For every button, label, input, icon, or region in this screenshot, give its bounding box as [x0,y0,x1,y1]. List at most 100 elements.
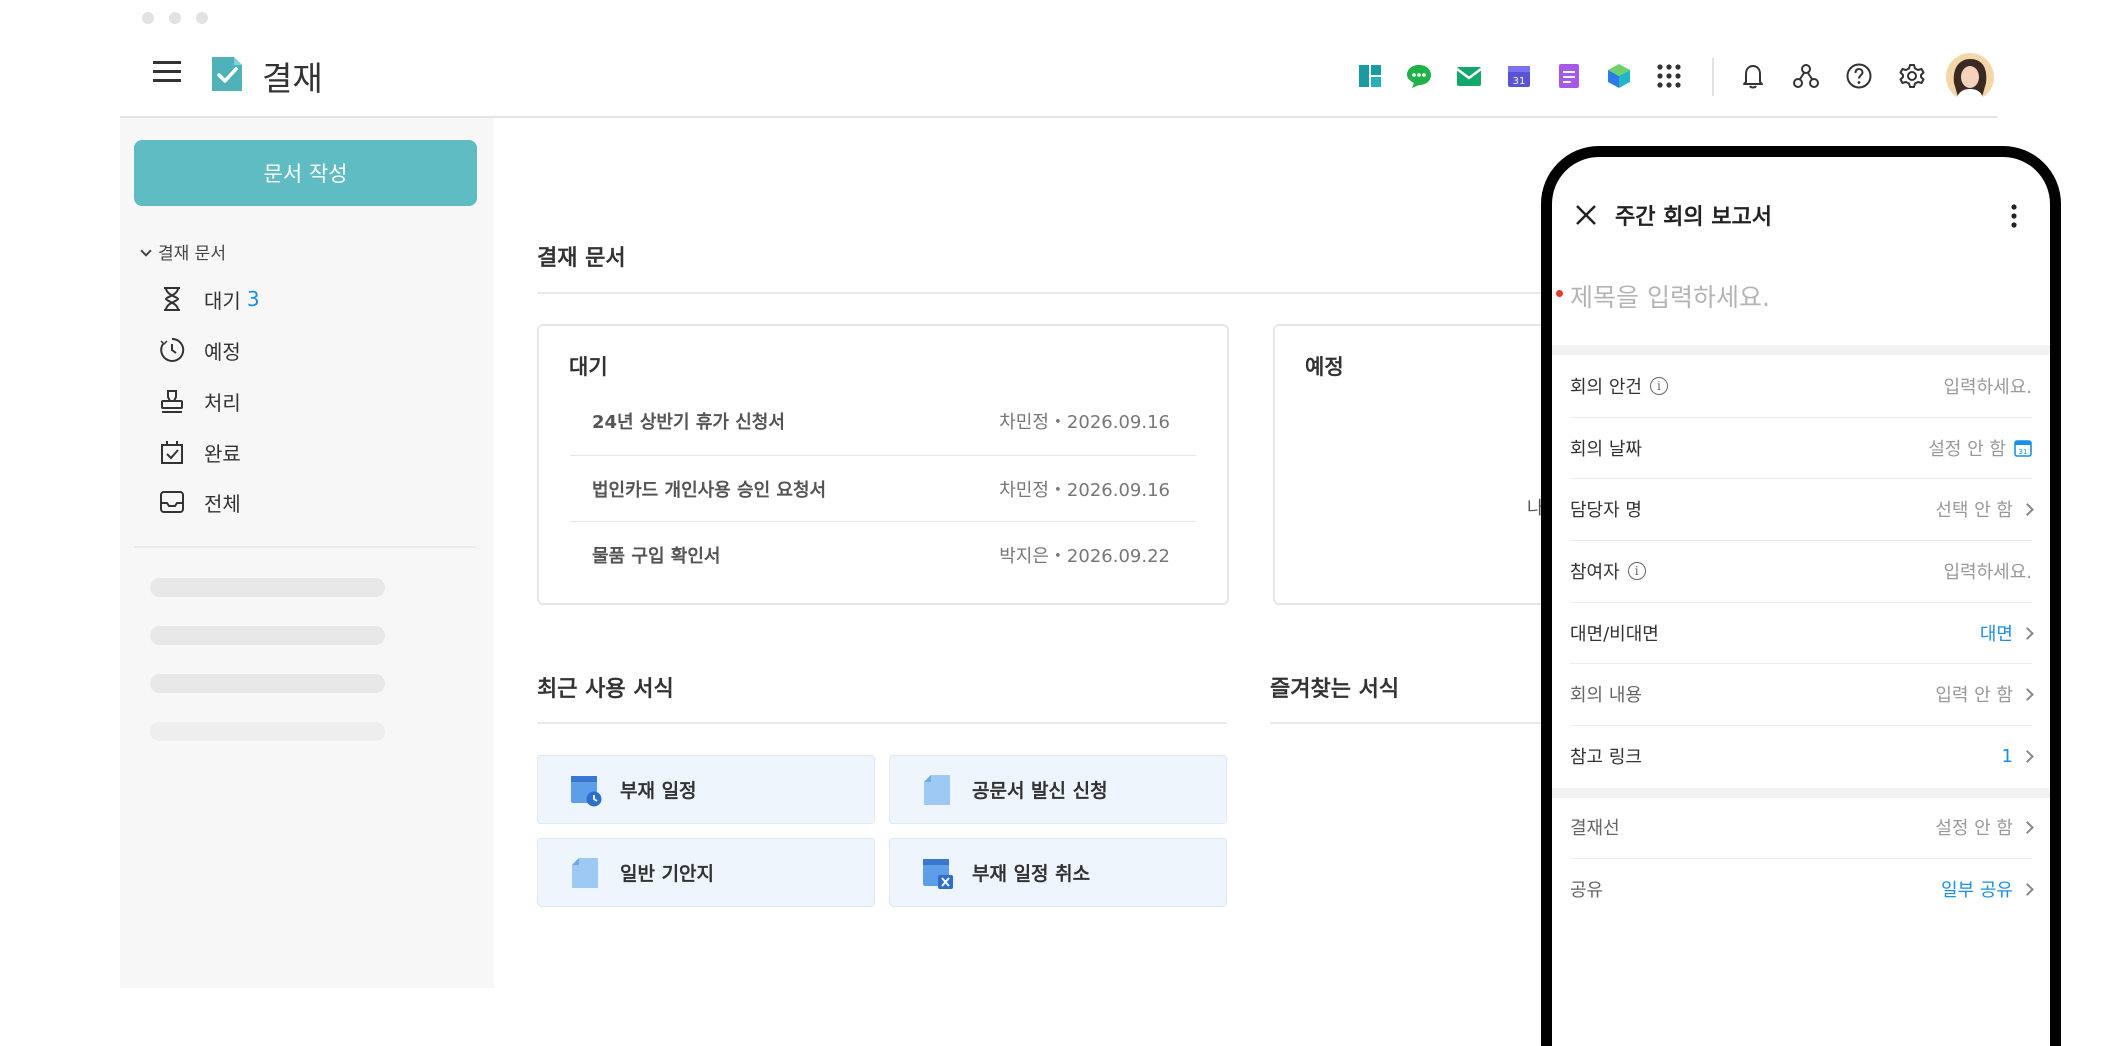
field-label: 회의 날짜 [1570,439,1642,460]
document-meta: 차민정・2026.09.16 [999,480,1170,501]
chevron-right-icon [2021,749,2034,763]
svg-text:31: 31 [1513,76,1526,87]
field-label: 참고 링크 [1570,747,1642,768]
menu-icon[interactable] [153,60,181,84]
chevron-right-icon [2021,626,2034,640]
sidebar-item-label: 전체 [204,491,241,516]
document-icon [924,774,950,805]
skeleton-placeholder [150,674,385,693]
app-title: 결재 [262,59,323,98]
form-row-date[interactable]: 회의 날짜 설정 안 함 31 [1570,418,2032,478]
sidebar-item-completed[interactable]: 완료 [158,435,241,469]
mail-icon[interactable] [1455,62,1483,90]
template-card[interactable]: 일반 기안지 [537,838,875,907]
sidebar-item-scheduled[interactable]: 예정 [158,333,241,367]
skeleton-placeholder [150,722,385,741]
note-icon[interactable] [1555,62,1583,90]
sidebar-item-label: 처리 [204,390,241,415]
pending-count-badge: 3 [246,287,260,311]
field-value: 선택 안 함 [1935,500,2013,521]
document-meta: 차민정・2026.09.16 [999,412,1170,433]
org-chart-icon[interactable] [1792,62,1820,90]
close-icon[interactable] [1575,204,1597,226]
sidebar-item-label: 예정 [204,339,241,364]
apps-grid-icon[interactable] [1655,62,1683,90]
skeleton-placeholder [150,578,385,597]
avatar[interactable] [1946,53,1994,101]
sidebar-section-approval-docs[interactable]: 결재 문서 [140,239,226,264]
field-label: 결재선 [1570,818,1620,839]
more-options-icon[interactable] [2010,203,2018,229]
chevron-right-icon [2021,820,2034,834]
document-meta: 박지은・2026.09.22 [999,546,1170,567]
template-label: 부재 일정 [620,780,697,802]
template-label: 일반 기안지 [620,863,715,885]
field-value: 입력하세요. [1943,377,2032,398]
svg-text:31: 31 [2019,448,2028,456]
section-title-recent-templates: 최근 사용 서식 [537,677,674,702]
completed-doc-icon [161,441,183,464]
sidebar-item-label: 완료 [204,441,241,466]
window-dot [142,12,154,24]
field-label: 대면/비대면 [1570,624,1659,645]
field-label: 회의 내용 [1570,685,1642,706]
template-label: 부재 일정 취소 [972,863,1091,885]
template-card[interactable]: 공문서 발신 신청 [889,755,1227,824]
form-row-reference-link[interactable]: 참고 링크 1 [1570,726,2034,786]
form-row-content[interactable]: 회의 내용 입력 안 함 [1570,664,2034,724]
field-value: 일부 공유 [1941,880,2013,901]
form-row-participants[interactable]: 참여자 i 입력하세요. [1570,541,2032,601]
header-divider [1712,58,1714,96]
field-label: 참여자 [1570,562,1620,583]
document-row[interactable]: 물품 구입 확인서 박지은・2026.09.22 [568,522,1194,588]
cube-icon[interactable] [1605,62,1633,90]
form-row-share[interactable]: 공유 일부 공유 [1570,859,2034,919]
inbox-icon [160,491,184,513]
form-row-approval-line[interactable]: 결재선 설정 안 함 [1570,797,2034,857]
clock-icon [160,337,185,362]
sidebar-item-pending[interactable]: 대기 3 [158,282,260,316]
template-label: 공문서 발신 신청 [972,780,1108,802]
section-divider [1270,722,1550,724]
info-icon[interactable]: i [1627,562,1646,580]
bell-icon[interactable] [1739,62,1767,90]
sidebar-item-all[interactable]: 전체 [158,485,241,519]
form-row-meeting-type[interactable]: 대면/비대면 대면 [1570,603,2034,663]
sidebar-item-processed[interactable]: 처리 [158,384,241,418]
document-title: 법인카드 개인사용 승인 요청서 [592,480,827,501]
window-dot [196,12,208,24]
form-row-manager[interactable]: 담당자 명 선택 안 함 [1570,479,2034,539]
section-divider [537,722,1227,724]
field-value: 대면 [1979,624,2013,645]
field-value: 설정 안 함 [1935,818,2013,839]
title-input[interactable]: 제목을 입력하세요. [1570,278,1770,314]
pending-card-title: 대기 [569,355,608,379]
approval-logo-icon [212,57,242,91]
template-card[interactable]: 부재 일정 [537,755,875,824]
field-label: 공유 [1570,880,1604,901]
help-icon[interactable] [1845,62,1873,90]
chevron-right-icon [2021,687,2034,701]
template-card[interactable]: 부재 일정 취소 [889,838,1227,907]
absence-schedule-icon [571,775,602,806]
sidebar-item-label: 대기 [204,288,241,313]
chat-icon[interactable] [1405,62,1433,90]
write-document-button[interactable]: 문서 작성 [134,140,477,206]
board-icon[interactable] [1356,62,1384,90]
document-row[interactable]: 24년 상반기 휴가 신청서 차민정・2026.09.16 [568,388,1194,454]
sidebar-divider [134,546,476,548]
section-band [1552,345,2050,355]
form-row-agenda[interactable]: 회의 안건 i 입력하세요. [1570,356,2032,416]
document-row[interactable]: 법인카드 개인사용 승인 요청서 차민정・2026.09.16 [568,456,1194,522]
field-value: 입력 안 함 [1935,685,2013,706]
required-dot [1556,290,1563,297]
calendar-icon[interactable]: 31 [1505,62,1533,90]
calendar-icon[interactable]: 31 [2014,439,2032,457]
document-title: 물품 구입 확인서 [592,546,721,567]
info-icon[interactable]: i [1649,377,1668,395]
field-value: 입력하세요. [1943,562,2032,583]
document-icon [572,857,598,888]
settings-icon[interactable] [1898,62,1926,90]
absence-cancel-icon [923,858,953,889]
field-value: 1 [2001,745,2013,767]
